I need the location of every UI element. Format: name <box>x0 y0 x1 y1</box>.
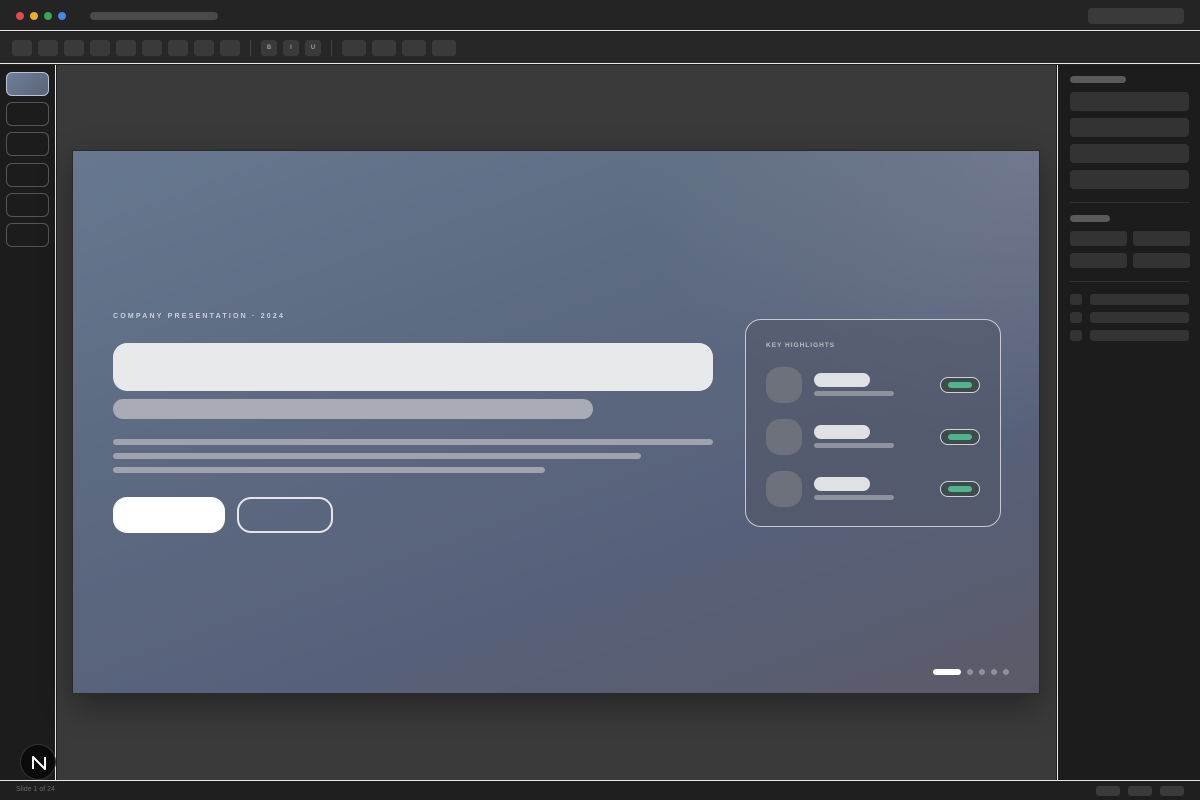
highlight-item[interactable] <box>766 419 982 455</box>
highlight-status-badge <box>940 481 980 497</box>
highlight-name-placeholder <box>814 425 870 439</box>
highlight-avatar <box>766 367 802 403</box>
highlight-status-badge <box>940 429 980 445</box>
property-field[interactable] <box>1070 92 1189 111</box>
toolbar-button-13[interactable] <box>432 40 456 56</box>
property-row <box>1090 330 1189 341</box>
toolbar-button-10[interactable] <box>342 40 366 56</box>
slide-title-placeholder[interactable] <box>113 343 713 391</box>
slide-thumbnail-6[interactable] <box>6 223 49 247</box>
bold-button[interactable]: B <box>261 40 277 56</box>
pagination-dot[interactable] <box>967 669 973 675</box>
underline-button[interactable]: U <box>305 40 321 56</box>
slide-thumbnails-panel <box>0 65 56 780</box>
close-window-button[interactable] <box>16 12 24 20</box>
status-button[interactable] <box>1096 786 1120 796</box>
title-action-button[interactable] <box>1088 8 1184 24</box>
status-button[interactable] <box>1160 786 1184 796</box>
highlight-name-placeholder <box>814 373 870 387</box>
toolbar-button-7[interactable] <box>168 40 188 56</box>
slide-thumbnail-5[interactable] <box>6 193 49 217</box>
slide-thumbnail-1[interactable] <box>6 72 49 96</box>
toolbar-divider <box>250 40 251 56</box>
maximize-window-button[interactable] <box>44 12 52 20</box>
slide-subtitle-placeholder[interactable] <box>113 399 593 419</box>
pagination-dot[interactable] <box>1003 669 1009 675</box>
n-logo-badge[interactable] <box>20 744 56 780</box>
body-text-line <box>113 439 713 445</box>
toolbar-button-5[interactable] <box>116 40 136 56</box>
document-title-placeholder <box>90 12 218 20</box>
highlight-meta-placeholder <box>814 391 894 396</box>
property-field-half[interactable] <box>1070 231 1127 246</box>
toolbar-divider <box>331 40 332 56</box>
body-text-line <box>113 453 641 459</box>
toolbar-button-8[interactable] <box>194 40 214 56</box>
pagination-dot[interactable] <box>991 669 997 675</box>
highlights-title: KEY HIGHLIGHTS <box>766 342 836 349</box>
highlight-meta-placeholder <box>814 495 894 500</box>
pagination-dot-active[interactable] <box>933 669 961 675</box>
toolbar-button-3[interactable] <box>64 40 84 56</box>
toolbar-button-9[interactable] <box>220 40 240 56</box>
property-field-half[interactable] <box>1133 231 1190 246</box>
property-field[interactable] <box>1070 170 1189 189</box>
property-row <box>1090 294 1189 305</box>
window-extra-button[interactable] <box>58 12 66 20</box>
slide-eyebrow: COMPANY PRESENTATION · 2024 <box>113 313 286 320</box>
toolbar-button-11[interactable] <box>372 40 396 56</box>
slide-thumbnail-4[interactable] <box>6 163 49 187</box>
properties-section-heading <box>1070 76 1126 83</box>
panel-divider <box>1070 202 1189 203</box>
properties-section-heading <box>1070 215 1110 222</box>
pagination-dot[interactable] <box>979 669 985 675</box>
slide-thumbnail-2[interactable] <box>6 102 49 126</box>
secondary-cta-button[interactable] <box>237 497 333 533</box>
n-logo-icon <box>32 756 46 770</box>
panel-divider <box>1070 281 1189 282</box>
highlight-status-badge <box>940 377 980 393</box>
status-button[interactable] <box>1128 786 1152 796</box>
toolbar-button-4[interactable] <box>90 40 110 56</box>
highlight-meta-placeholder <box>814 443 894 448</box>
property-field[interactable] <box>1070 118 1189 137</box>
highlight-item[interactable] <box>766 367 982 403</box>
slide-counter: Slide 1 of 24 <box>16 786 55 793</box>
toolbar-button-2[interactable] <box>38 40 58 56</box>
property-field-half[interactable] <box>1070 253 1127 268</box>
property-checkbox[interactable] <box>1070 312 1082 323</box>
body-text-line <box>113 467 545 473</box>
minimize-window-button[interactable] <box>30 12 38 20</box>
properties-panel <box>1057 65 1200 780</box>
title-bar <box>0 0 1200 31</box>
property-row <box>1090 312 1189 323</box>
toolbar-button-1[interactable] <box>12 40 32 56</box>
primary-cta-button[interactable] <box>113 497 225 533</box>
toolbar: B I U <box>0 32 1200 64</box>
property-checkbox[interactable] <box>1070 294 1082 305</box>
highlight-avatar <box>766 419 802 455</box>
italic-button[interactable]: I <box>283 40 299 56</box>
property-checkbox[interactable] <box>1070 330 1082 341</box>
slide-canvas[interactable]: COMPANY PRESENTATION · 2024 KEY HIGHLIGH… <box>72 150 1040 694</box>
toolbar-button-6[interactable] <box>142 40 162 56</box>
toolbar-button-12[interactable] <box>402 40 426 56</box>
highlight-avatar <box>766 471 802 507</box>
status-bar: Slide 1 of 24 <box>0 780 1200 800</box>
highlight-item[interactable] <box>766 471 982 507</box>
highlight-name-placeholder <box>814 477 870 491</box>
property-field[interactable] <box>1070 144 1189 163</box>
slide-thumbnail-3[interactable] <box>6 132 49 156</box>
property-field-half[interactable] <box>1133 253 1190 268</box>
key-highlights-card[interactable]: KEY HIGHLIGHTS <box>745 319 1001 527</box>
